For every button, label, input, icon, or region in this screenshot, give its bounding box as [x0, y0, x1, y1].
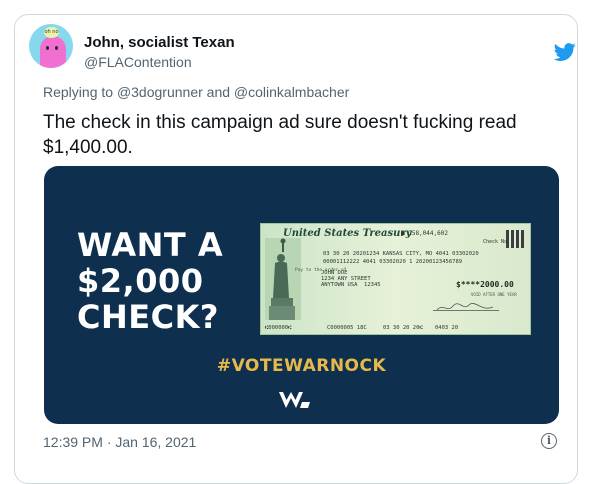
ad-headline-line: WANT A — [77, 226, 224, 264]
avatar-eye-right — [55, 46, 58, 50]
signature-scribble — [436, 303, 494, 311]
micr-segment: ⑆000000⑆ — [265, 325, 292, 331]
micr-segment: C0000005 18C — [327, 325, 367, 331]
avatar-figure — [40, 36, 66, 68]
ad-headline-line: $2,000 — [77, 262, 204, 300]
ad-headline-line: CHECK? — [77, 298, 219, 336]
statue-of-liberty-icon — [265, 238, 301, 320]
replying-to: Replying to @3dogrunner and @colinkalmba… — [43, 84, 349, 100]
twitter-bird-icon[interactable] — [552, 41, 578, 63]
treasury-check-image: United States Treasury ■ 158,044,602 Che… — [260, 223, 531, 335]
tweet-timestamp[interactable]: 12:39 PM · Jan 16, 2021 — [43, 434, 196, 450]
signature-line — [433, 298, 499, 311]
author-display-name[interactable]: John, socialist Texan — [84, 34, 235, 51]
mention-link-3dogrunner[interactable]: @3dogrunner — [117, 84, 203, 100]
check-payee: JOHN DOE 1234 ANY STREET ANYTOWN USA 123… — [321, 270, 381, 288]
ad-headline: WANT A $2,000 CHECK? — [77, 227, 267, 335]
avatar[interactable]: oh no — [29, 24, 73, 68]
ad-hashtag: #VOTEWARNOCK — [216, 356, 387, 376]
avatar-speech-bubble: oh no — [44, 27, 59, 38]
micr-segment: 0403 20 — [435, 325, 459, 331]
check-serial: ■ 158,044,602 — [401, 230, 448, 237]
author-handle[interactable]: @FLAContention — [84, 54, 192, 70]
mention-link-colinkalmbacher[interactable]: @colinkalmbacher — [234, 84, 349, 100]
check-line-1: 03 30 20 20201234 KANSAS CITY, MO 4041 0… — [323, 251, 479, 257]
replying-to-conjunction: and — [202, 84, 234, 100]
check-line-2: 00001112222 4041 03302020 1 202001234567… — [323, 259, 463, 265]
micr-segment: 03 30 20 20⑆ — [383, 325, 423, 331]
check-void-note: VOID AFTER ONE YEAR — [471, 292, 517, 297]
info-icon[interactable]: i — [541, 433, 557, 449]
tweet-text: The check in this campaign ad sure doesn… — [43, 112, 517, 158]
tweet-header: oh no John, socialist Texan @FLAContenti… — [29, 14, 576, 74]
replying-to-prefix: Replying to — [43, 84, 117, 100]
check-amount: $****2000.00 — [456, 280, 514, 289]
qr-code-icon — [506, 230, 524, 248]
check-title: United States Treasury — [283, 228, 412, 239]
warnock-w-logo-icon — [279, 392, 310, 408]
tweet-media-image[interactable]: WANT A $2,000 CHECK? United States Treas… — [44, 166, 559, 424]
avatar-eye-left — [46, 46, 49, 50]
